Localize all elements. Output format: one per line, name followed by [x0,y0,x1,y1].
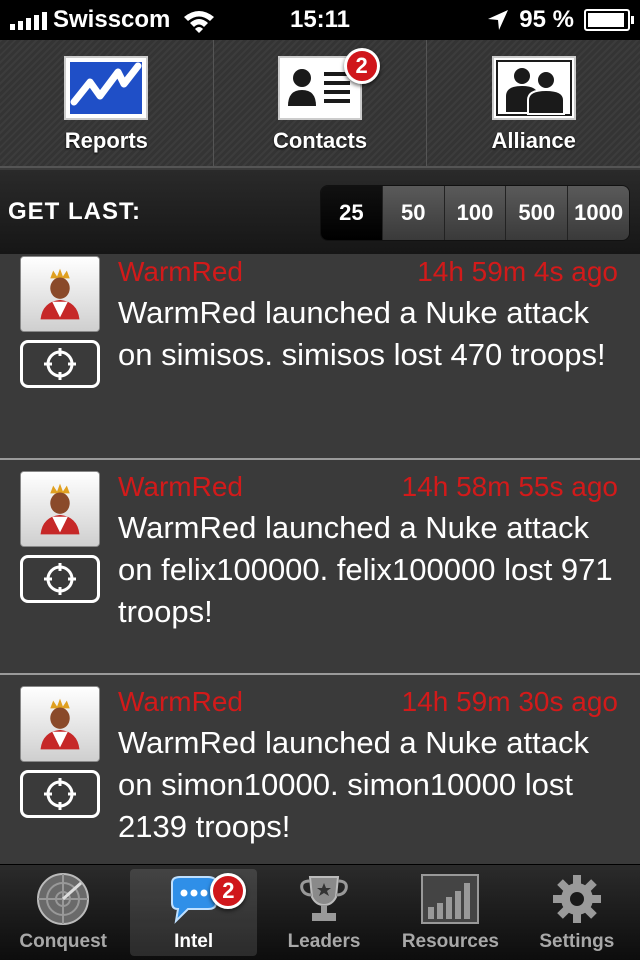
chart-icon [64,56,149,120]
author-name[interactable]: WarmRed [118,256,243,288]
tab-label: Leaders [287,931,361,952]
count-option-25[interactable]: 25 [321,186,383,240]
nav-label: Alliance [491,128,576,153]
signal-strength-icon [10,10,47,30]
intel-badge: 2 [210,873,247,909]
tab-label: Settings [539,931,615,952]
tab-leaders[interactable]: Leaders [261,865,387,960]
count-segmented-control: 25 50 100 500 1000 [320,185,630,241]
count-option-50[interactable]: 50 [382,186,445,240]
timestamp: 14h 59m 30s ago [401,686,618,717]
contacts-badge: 2 [343,48,380,84]
target-button[interactable] [20,340,100,388]
battery-level-fill [588,13,625,27]
nav-contacts[interactable]: 2 Contacts [214,40,428,166]
author-name[interactable]: WarmRed [118,471,243,503]
nav-reports[interactable]: Reports [0,40,214,166]
get-last-label: GET LAST: [8,198,141,225]
radar-icon [37,873,90,925]
status-bar: Swisscom 15:11 95 % [0,0,640,40]
tab-label: Resources [401,931,499,952]
nav-label: Contacts [272,128,368,153]
get-last-bar: GET LAST: 25 50 100 500 1000 [0,170,640,254]
timestamp: 14h 58m 55s ago [401,471,618,502]
tab-label: Conquest [19,931,107,952]
target-button[interactable] [20,555,100,603]
feed-item[interactable]: WarmRed 14h 58m 55s ago WarmRed launched… [0,459,640,675]
gear-icon [552,875,601,923]
tab-settings[interactable]: Settings [514,865,640,960]
feed-item[interactable]: WarmRed 14h 59m 4s ago WarmRed launched … [0,254,640,460]
battery-icon [584,9,634,31]
target-button[interactable] [20,770,100,818]
intel-feed[interactable]: WarmRed 14h 59m 4s ago WarmRed launched … [0,254,640,864]
message-text: WarmRed launched a Nuke attack on felix1… [118,510,613,629]
tab-bar: Conquest 2 Intel Leaders Resources Setti… [0,864,640,960]
nav-alliance[interactable]: Alliance [427,40,640,166]
crosshair-icon [44,348,76,380]
king-avatar-icon [20,256,100,332]
crosshair-icon [44,778,76,810]
carrier-name: Swisscom [53,6,171,33]
feed-item[interactable]: WarmRed 14h 59m 30s ago WarmRed launched… [0,674,640,864]
tab-label: Intel [174,931,214,952]
wifi-icon [184,11,215,33]
message-text: WarmRed launched a Nuke attack on simon1… [118,725,589,844]
count-option-100[interactable]: 100 [444,186,507,240]
group-icon [491,56,576,120]
message-text: WarmRed launched a Nuke attack on simiso… [118,295,606,372]
bar-chart-icon [421,874,480,924]
nav-label: Reports [64,128,148,153]
trophy-icon [300,876,348,921]
crosshair-icon [44,563,76,595]
timestamp: 14h 59m 4s ago [417,256,618,287]
top-nav: Reports 2 Contacts Alliance [0,40,640,168]
tab-intel[interactable]: 2 Intel [130,869,257,956]
king-avatar-icon [20,471,100,547]
tab-resources[interactable]: Resources [387,865,513,960]
tab-conquest[interactable]: Conquest [0,865,126,960]
battery-percent: 95 % [519,6,574,33]
location-arrow-icon [488,10,509,30]
king-avatar-icon [20,686,100,762]
author-name[interactable]: WarmRed [118,686,243,718]
count-option-500[interactable]: 500 [506,186,569,240]
count-option-1000[interactable]: 1000 [568,186,629,240]
